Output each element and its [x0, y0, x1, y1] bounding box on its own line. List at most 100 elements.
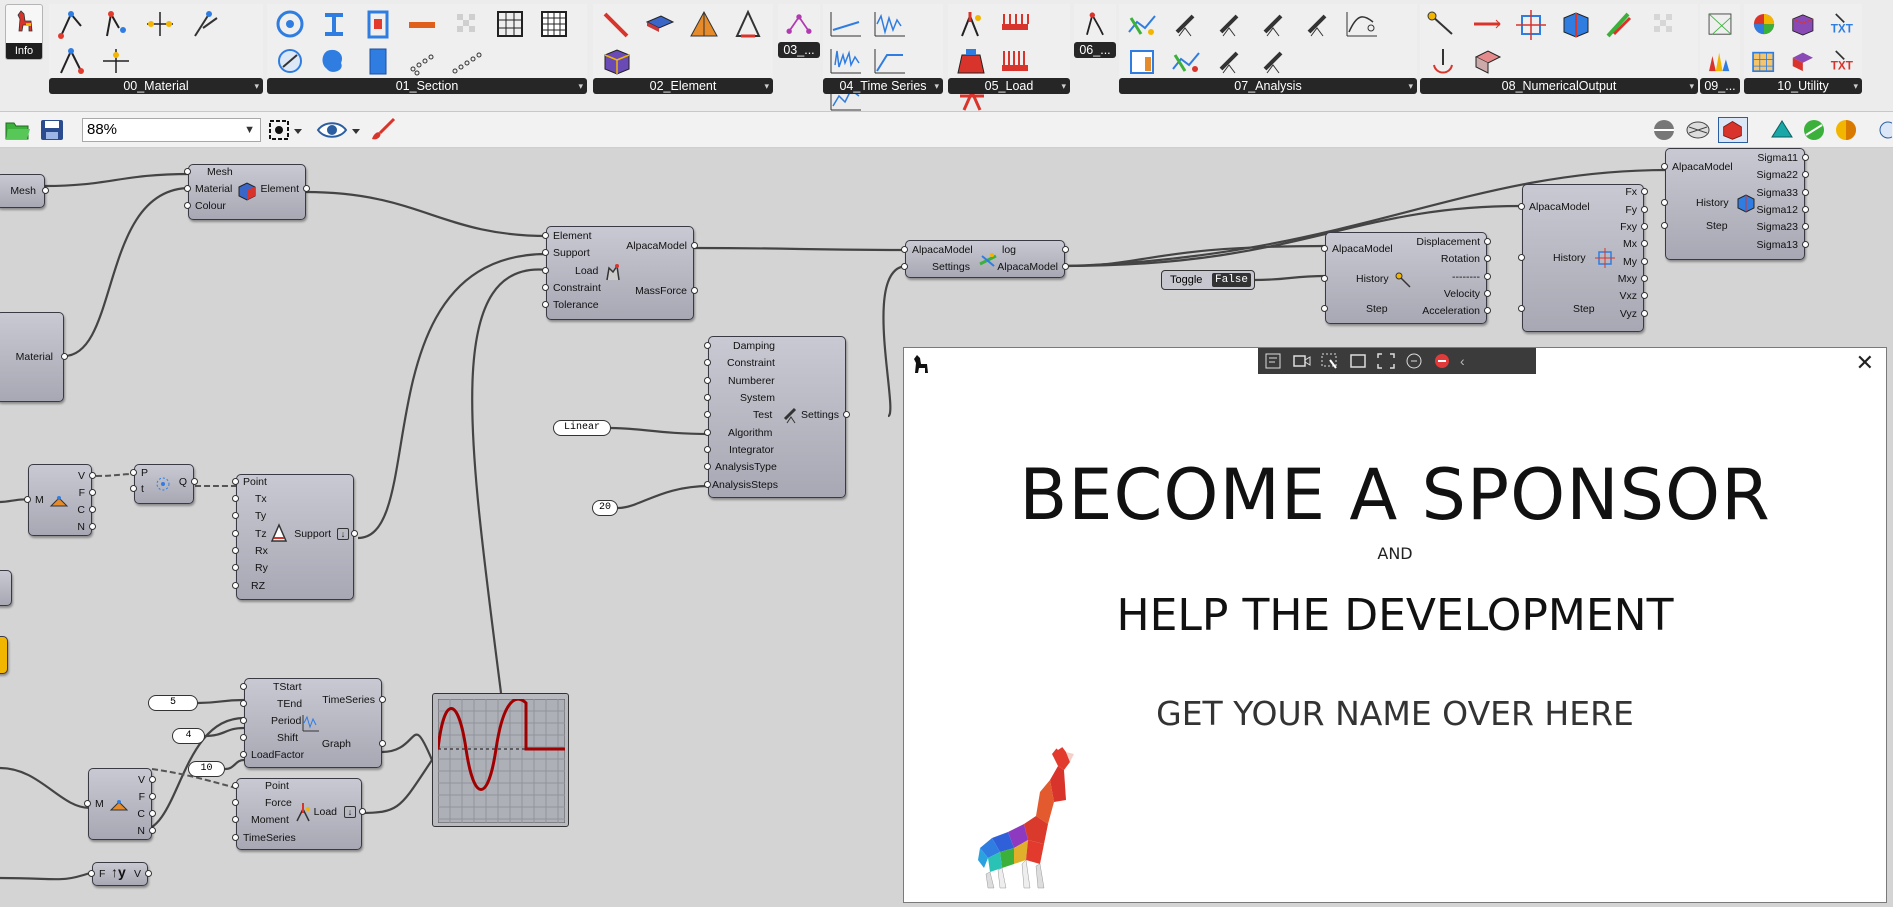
support-component[interactable]: Point Tx Ty Tz Rx Ry RZ Support ↓: [232, 474, 358, 600]
point-load-icon[interactable]: [952, 8, 990, 41]
input-port[interactable]: [542, 249, 549, 256]
sphere-preview-icon[interactable]: [1832, 117, 1860, 143]
toggle-value[interactable]: False: [1211, 273, 1251, 287]
random-series-icon[interactable]: [827, 45, 865, 78]
input-port[interactable]: [1661, 163, 1668, 170]
input-port[interactable]: [1321, 245, 1328, 252]
shell-output-icon[interactable]: [1512, 8, 1550, 41]
spring-output-icon[interactable]: [1600, 8, 1638, 41]
input-port[interactable]: [184, 168, 191, 175]
reaction-output-icon[interactable]: [1424, 45, 1462, 78]
input-port[interactable]: [1321, 305, 1328, 312]
graph-mapper-component[interactable]: [432, 693, 569, 827]
beam-element-icon[interactable]: [597, 8, 635, 41]
output-port[interactable]: [149, 810, 156, 817]
output-port[interactable]: [1484, 255, 1491, 262]
period-number[interactable]: 4: [172, 728, 205, 744]
input-port[interactable]: [704, 463, 711, 470]
input-port[interactable]: [240, 683, 247, 690]
output-port[interactable]: [1641, 240, 1648, 247]
input-port[interactable]: [240, 751, 247, 758]
node-displacement-component[interactable]: AlpacaModel History Step Displacement Ro…: [1321, 232, 1491, 324]
partial-icon[interactable]: [1870, 117, 1893, 143]
loadfactor-number[interactable]: 10: [188, 761, 225, 777]
mesh-output-icon[interactable]: [1704, 8, 1736, 41]
output-port[interactable]: [1802, 206, 1809, 213]
output-port[interactable]: [89, 472, 96, 479]
output-port[interactable]: [1641, 188, 1648, 195]
input-port[interactable]: [1518, 305, 1525, 312]
distributed-load-icon[interactable]: [996, 8, 1034, 41]
section-visualize-icon[interactable]: [271, 45, 309, 78]
input-port[interactable]: [130, 485, 137, 492]
input-port[interactable]: [901, 246, 908, 253]
input-port[interactable]: [704, 411, 711, 418]
output-port[interactable]: [1062, 246, 1069, 253]
output-port[interactable]: [89, 523, 96, 530]
output-port[interactable]: [1802, 171, 1809, 178]
circular-section-icon[interactable]: [271, 8, 309, 41]
tstart-number[interactable]: 5: [148, 695, 198, 711]
video-icon[interactable]: [1292, 352, 1312, 370]
element-tag-icon[interactable]: [1786, 45, 1818, 78]
input-port[interactable]: [542, 267, 549, 274]
element-component[interactable]: Mesh Material Colour Element: [184, 164, 310, 220]
output-port[interactable]: [1484, 290, 1491, 297]
partial-param-1[interactable]: [0, 570, 12, 606]
output-port[interactable]: [1641, 258, 1648, 265]
input-port[interactable]: [704, 342, 711, 349]
sketch-select-icon[interactable]: [266, 117, 294, 143]
load-expand-icon[interactable]: ↓: [344, 806, 356, 818]
output-port[interactable]: [1802, 154, 1809, 161]
input-port[interactable]: [88, 870, 95, 877]
output-port[interactable]: [1484, 273, 1491, 280]
telescope-analysis-1-icon[interactable]: [1167, 8, 1205, 41]
output-port[interactable]: [1641, 223, 1648, 230]
closest-point-component[interactable]: P t Q: [130, 464, 198, 504]
beam-output-icon[interactable]: [1468, 8, 1506, 41]
input-port[interactable]: [704, 446, 711, 453]
i-section-icon[interactable]: [315, 8, 353, 41]
input-port[interactable]: [240, 700, 247, 707]
input-port[interactable]: [232, 834, 239, 841]
linear-panel[interactable]: Linear: [553, 420, 611, 436]
checker-icon[interactable]: [447, 8, 485, 41]
line-load-icon[interactable]: [996, 45, 1034, 78]
output-port[interactable]: [42, 187, 49, 194]
input-port[interactable]: [84, 800, 91, 807]
input-port[interactable]: [232, 478, 239, 485]
output-port[interactable]: [145, 870, 152, 877]
telescope-analysis-4-icon[interactable]: [1299, 8, 1337, 41]
deconstruct-mesh-2[interactable]: M V F C N: [84, 768, 156, 840]
input-port[interactable]: [232, 799, 239, 806]
input-port[interactable]: [704, 481, 711, 488]
timeseries-component[interactable]: TStart TEnd Period Shift LoadFactor Time…: [240, 678, 386, 768]
output-port[interactable]: [1802, 189, 1809, 196]
output-port[interactable]: [1641, 310, 1648, 317]
output-port[interactable]: [691, 242, 698, 249]
output-port[interactable]: [89, 506, 96, 513]
settings-component[interactable]: Damping Constraint Numberer System Test …: [704, 336, 850, 498]
sketch-dropdown-icon[interactable]: [292, 117, 304, 143]
input-port[interactable]: [232, 530, 239, 537]
partial-param-2[interactable]: [0, 636, 8, 674]
section-output-icon[interactable]: [1468, 45, 1506, 78]
fullscreen-capture-icon[interactable]: [1376, 352, 1396, 370]
faded-checker-icon[interactable]: [1644, 8, 1682, 41]
rise-series-icon[interactable]: [871, 45, 909, 78]
telescope-analysis-6-icon[interactable]: [1255, 45, 1293, 78]
shell-section-icon[interactable]: [403, 8, 441, 41]
output-port[interactable]: [1802, 223, 1809, 230]
input-port[interactable]: [542, 232, 549, 239]
input-port[interactable]: [704, 394, 711, 401]
steps-number[interactable]: 20: [592, 500, 618, 516]
teal-preview-icon[interactable]: [1768, 117, 1796, 143]
input-port[interactable]: [704, 359, 711, 366]
input-port[interactable]: [184, 202, 191, 209]
vector-component[interactable]: F ↑y V: [88, 862, 152, 886]
input-port[interactable]: [184, 185, 191, 192]
weight-load-icon[interactable]: [952, 45, 990, 78]
tetra-element-icon[interactable]: [685, 8, 723, 41]
scroll-capture-icon[interactable]: [1404, 352, 1424, 370]
output-port[interactable]: [843, 411, 850, 418]
